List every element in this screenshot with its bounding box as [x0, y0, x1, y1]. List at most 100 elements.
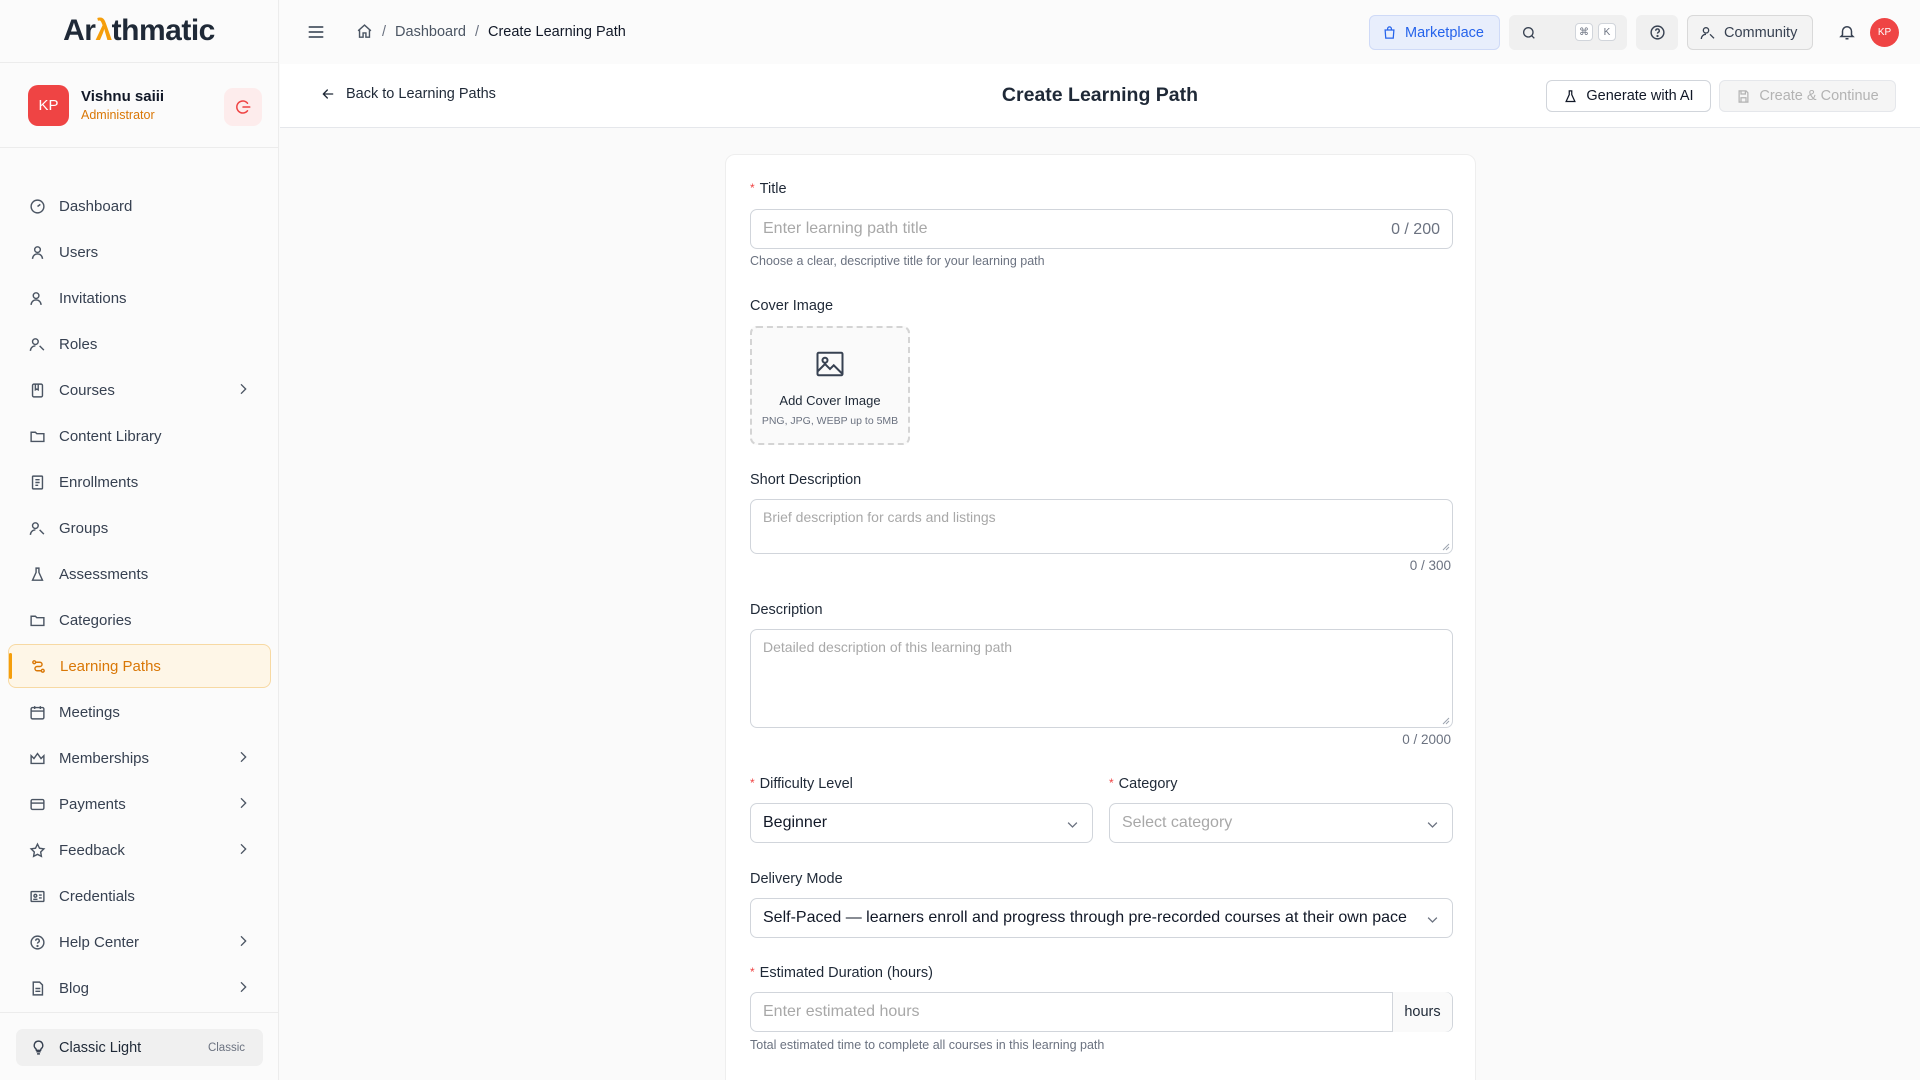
sidebar-item-label: Enrollments	[59, 473, 139, 491]
duration-field[interactable]: hours	[750, 992, 1453, 1032]
sidebar-item-users[interactable]: Users	[0, 229, 279, 275]
cover-image-upload[interactable]: Add Cover Image PNG, JPG, WEBP up to 5MB	[750, 326, 910, 445]
short-description-field[interactable]	[750, 499, 1453, 554]
user-role: Administrator	[81, 108, 155, 122]
sidebar-item-memberships[interactable]: Memberships	[0, 735, 279, 781]
chevron-right-icon	[240, 797, 247, 809]
theme-section: Classic Light Classic	[0, 1012, 279, 1080]
book-icon	[28, 381, 46, 399]
sidebar-item-groups[interactable]: Groups	[0, 505, 279, 551]
sidebar-item-learning-paths[interactable]: Learning Paths	[8, 644, 271, 688]
logout-icon	[236, 100, 251, 114]
community-button[interactable]: Community	[1687, 15, 1813, 50]
description-field[interactable]	[750, 629, 1453, 728]
title-field[interactable]: 0 / 200	[750, 209, 1453, 249]
delivery-mode-label: Delivery Mode	[750, 871, 843, 887]
sidebar-item-label: Users	[59, 243, 99, 261]
image-icon	[816, 351, 844, 377]
category-select[interactable]: Select category	[1109, 803, 1453, 843]
sidebar-item-dashboard[interactable]: Dashboard	[0, 183, 279, 229]
help-button[interactable]	[1636, 15, 1678, 50]
group-icon	[28, 519, 46, 537]
sidebar-item-label: Dashboard	[59, 197, 133, 215]
category-label-text: Category	[1118, 776, 1178, 792]
star-icon	[28, 841, 46, 859]
chevron-down-icon	[1427, 822, 1438, 828]
user-name: Vishnu saiii	[81, 88, 165, 105]
sidebar-item-label: Blog	[59, 979, 90, 997]
bell-icon	[1839, 26, 1855, 40]
marketplace-button[interactable]: Marketplace	[1369, 15, 1500, 50]
sidebar-item-meetings[interactable]: Meetings	[0, 689, 279, 735]
title-char-counter: 0 / 200	[1391, 221, 1440, 238]
duration-hint: Total estimated time to complete all cou…	[750, 1038, 1105, 1052]
theme-badge: Classic	[207, 1041, 245, 1054]
notifications-button[interactable]	[1838, 23, 1856, 46]
user-meta: Vishnu saiii Administrator	[81, 88, 164, 122]
difficulty-value: Beginner	[763, 814, 828, 831]
duration-input[interactable]	[763, 1003, 1452, 1021]
sidebar-item-payments[interactable]: Payments	[0, 781, 279, 827]
breadcrumb-dashboard-link[interactable]: Dashboard	[395, 24, 466, 40]
cover-image-title: Add Cover Image	[779, 393, 881, 408]
duration-label: * Estimated Duration (hours)	[750, 965, 933, 981]
create-continue-button[interactable]: Create & Continue	[1719, 80, 1896, 112]
lightbulb-icon	[33, 1040, 44, 1055]
sidebar-item-assessments[interactable]: Assessments	[0, 551, 279, 597]
short-description-label: Short Description	[750, 472, 862, 488]
delivery-mode-value: Self-Paced — learners enroll and progres…	[763, 909, 1407, 926]
resize-handle-icon[interactable]	[1440, 715, 1450, 725]
sidebar-item-blog[interactable]: Blog	[0, 965, 279, 1011]
sidebar-nav: Dashboard Users Invitations Roles Course…	[0, 183, 279, 1011]
difficulty-select[interactable]: Beginner	[750, 803, 1093, 843]
sidebar-item-categories[interactable]: Categories	[0, 597, 279, 643]
sidebar-item-label: Learning Paths	[60, 657, 161, 675]
category-placeholder: Select category	[1122, 814, 1233, 831]
folder-icon	[28, 611, 46, 629]
community-label: Community	[1724, 24, 1798, 41]
sidebar-item-feedback[interactable]: Feedback	[0, 827, 279, 873]
sidebar-item-credentials[interactable]: Credentials	[0, 873, 279, 919]
description-label: Description	[750, 602, 823, 618]
sidebar-item-label: Credentials	[59, 887, 135, 905]
app-logo[interactable]: Arλthmatic	[63, 14, 215, 48]
resize-handle-icon[interactable]	[1440, 541, 1450, 551]
sidebar-item-label: Payments	[59, 795, 126, 813]
chevron-down-icon	[1067, 822, 1078, 828]
user-avatar-button[interactable]: KP	[1870, 18, 1899, 47]
save-icon	[1738, 89, 1749, 103]
theme-switcher-button[interactable]: Classic Light Classic	[16, 1029, 263, 1066]
description-textarea[interactable]	[751, 630, 1452, 727]
document-icon	[28, 979, 46, 997]
sidebar-item-label: Groups	[59, 519, 109, 537]
search-button[interactable]: ⌘ K	[1509, 15, 1627, 50]
menu-toggle-button[interactable]	[306, 22, 326, 47]
cover-image-label: Cover Image	[750, 298, 834, 314]
home-icon[interactable]	[356, 23, 373, 40]
sidebar-item-content-library[interactable]: Content Library	[0, 413, 279, 459]
sidebar-item-help-center[interactable]: Help Center	[0, 919, 279, 965]
sidebar-item-roles[interactable]: Roles	[0, 321, 279, 367]
chevron-right-icon	[240, 843, 247, 855]
clipboard-list-icon	[28, 473, 46, 491]
chevron-down-icon	[1427, 917, 1438, 923]
delivery-mode-select[interactable]: Self-Paced — learners enroll and progres…	[750, 898, 1453, 938]
title-input[interactable]	[763, 220, 1452, 238]
required-mark: *	[750, 181, 755, 195]
shortcut-key-command: ⌘	[1575, 23, 1593, 41]
sidebar-item-invitations[interactable]: Invitations	[0, 275, 279, 321]
chevron-right-icon	[240, 981, 247, 993]
sidebar-item-courses[interactable]: Courses	[0, 367, 279, 413]
duration-label-text: Estimated Duration (hours)	[759, 965, 933, 981]
sidebar-item-enrollments[interactable]: Enrollments	[0, 459, 279, 505]
short-description-textarea[interactable]	[751, 500, 1452, 553]
logout-button[interactable]	[224, 88, 262, 126]
cover-image-hint: PNG, JPG, WEBP up to 5MB	[761, 415, 899, 427]
sidebar-item-label: Content Library	[59, 427, 162, 445]
shortcut-key-k: K	[1598, 23, 1616, 41]
breadcrumb-separator: /	[474, 23, 479, 40]
breadcrumb-current: Create Learning Path	[488, 23, 626, 40]
generate-with-ai-button[interactable]: Generate with AI	[1546, 80, 1711, 112]
route-icon	[29, 657, 47, 675]
title-label: * Title	[750, 181, 787, 197]
